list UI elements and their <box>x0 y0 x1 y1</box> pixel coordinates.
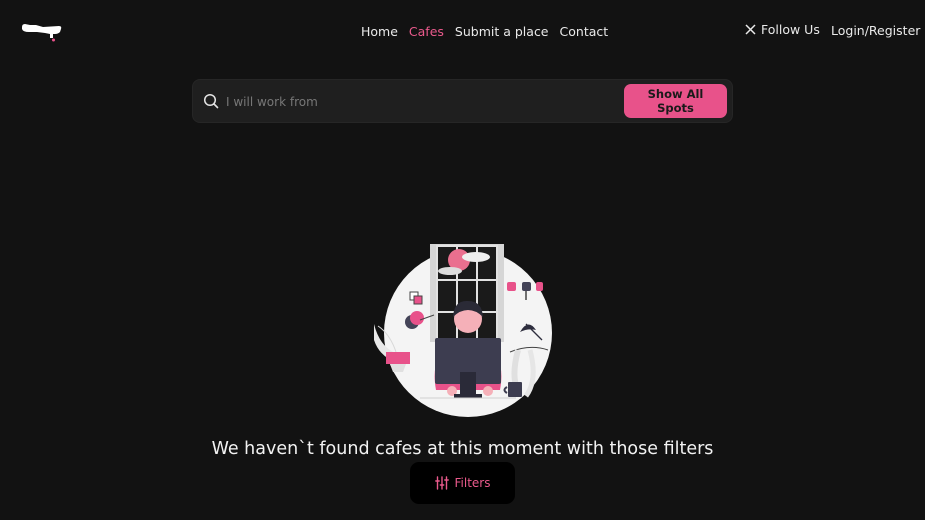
login-register-link[interactable]: Login/Register <box>831 23 920 38</box>
follow-us-link[interactable]: Follow Us <box>745 22 820 37</box>
show-all-spots-button[interactable]: Show All Spots <box>624 84 727 118</box>
coffee-logo-icon[interactable] <box>21 22 63 44</box>
search-input[interactable] <box>224 90 608 114</box>
sliders-icon <box>434 476 449 490</box>
nav-submit-a-place[interactable]: Submit a place <box>455 23 549 40</box>
nav-home[interactable]: Home <box>361 23 398 40</box>
filters-button[interactable]: Filters <box>410 462 515 504</box>
filters-label: Filters <box>454 476 491 490</box>
remote-worker-illustration <box>374 244 552 417</box>
empty-state-message: We haven`t found cafes at this moment wi… <box>211 439 714 459</box>
follow-us-label: Follow Us <box>761 22 820 37</box>
x-icon <box>745 24 756 35</box>
nav-contact[interactable]: Contact <box>560 23 609 40</box>
nav-cafes[interactable]: Cafes <box>409 23 444 40</box>
search-bar: Show All Spots <box>192 79 733 123</box>
search-icon <box>203 93 219 109</box>
main-nav: Home Cafes Submit a place Contact <box>361 23 619 40</box>
